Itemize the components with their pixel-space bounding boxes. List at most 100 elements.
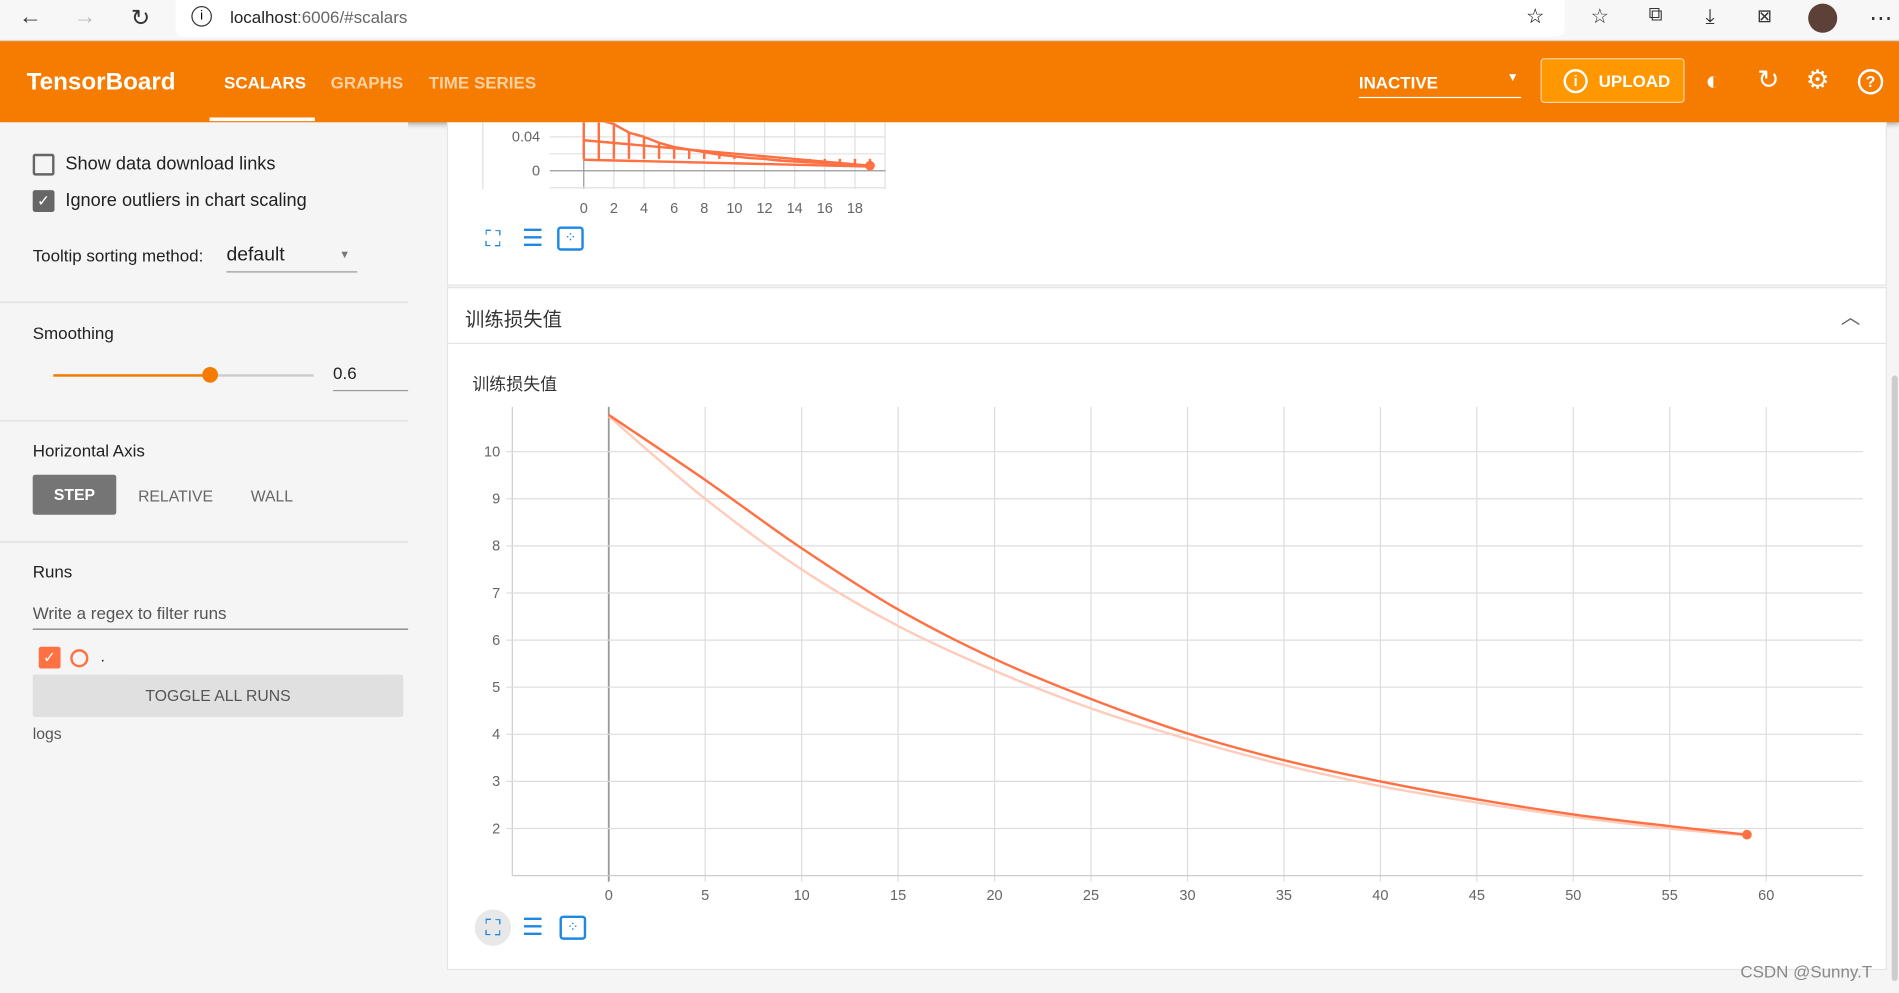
x-tick-label: 35 xyxy=(1276,888,1292,904)
axis-step-button[interactable]: STEP xyxy=(32,474,117,515)
x-tick-label: 20 xyxy=(986,888,1002,904)
tooltip-sorting-value: default xyxy=(226,244,285,266)
app-title: TensorBoard xyxy=(26,69,176,96)
section-header[interactable]: 训练损失值 ︿ xyxy=(446,287,1887,343)
toggle-log-scale-icon[interactable]: ☰ xyxy=(517,223,548,254)
y-tick-label: 8 xyxy=(492,539,500,555)
chart-card: 训练损失值 0 5 10 15 20 25 30 35 40 45 50 55 60 2 3 4 5 6 7 8 9 10… xyxy=(446,342,1887,971)
scrollbar[interactable] xyxy=(1891,375,1898,981)
forward-icon[interactable]: → xyxy=(69,5,100,32)
browser-toolbar: ← → ↻ i localhost:6006/#scalars ☆ ☆ ⧉ ⤓ … xyxy=(0,0,1899,42)
x-tick-label: 25 xyxy=(1083,888,1099,904)
reload-icon[interactable]: ↻ xyxy=(125,5,156,33)
y-tick-label: 0 xyxy=(532,164,540,180)
tab-scalars[interactable]: SCALARS xyxy=(224,73,306,92)
smoothing-slider-handle[interactable] xyxy=(202,366,218,383)
x-tick-label: 0 xyxy=(605,888,613,904)
y-tick-label: 10 xyxy=(484,445,500,461)
refresh-icon[interactable]: ↻ xyxy=(1757,64,1779,95)
x-tick-label: 18 xyxy=(847,201,863,217)
ignore-outliers-checkbox[interactable]: ✓ xyxy=(32,190,55,212)
collections-icon[interactable]: ⧉ xyxy=(1640,5,1671,27)
x-tick-label: 30 xyxy=(1179,888,1195,904)
x-tick-label: 10 xyxy=(726,201,742,217)
x-tick-label: 16 xyxy=(817,201,833,217)
x-tick-label: 14 xyxy=(787,201,803,217)
ignore-outliers-label: Ignore outliers in chart scaling xyxy=(65,190,307,211)
chevron-up-icon[interactable]: ︿ xyxy=(1841,300,1860,329)
horizontal-axis-label: Horizontal Axis xyxy=(32,440,145,461)
divider xyxy=(0,301,409,303)
toggle-all-runs-button[interactable]: TOGGLE ALL RUNS xyxy=(32,674,404,717)
address-bar[interactable]: i localhost:6006/#scalars ☆ xyxy=(175,0,1565,37)
x-tick-label: 60 xyxy=(1758,888,1774,904)
x-tick-label: 15 xyxy=(890,888,906,904)
y-tick-label: 3 xyxy=(492,774,500,790)
y-tick-label: 5 xyxy=(492,680,500,696)
info-icon: i xyxy=(1563,69,1588,94)
dropdown-arrow-icon: ▼ xyxy=(339,248,351,261)
upload-button[interactable]: i UPLOAD xyxy=(1540,58,1685,103)
x-tick-label: 5 xyxy=(701,888,709,904)
fit-domain-icon[interactable]: ⁘ xyxy=(557,226,584,251)
toggle-log-scale-icon[interactable]: ☰ xyxy=(517,912,548,943)
runs-filter-placeholder: Write a regex to filter runs xyxy=(32,603,227,623)
last-point-marker xyxy=(1742,829,1752,840)
url-host: localhost xyxy=(230,7,298,27)
tooltip-sorting-label: Tooltip sorting method: xyxy=(32,245,204,266)
math-solver-icon[interactable]: ⊠ xyxy=(1749,5,1780,27)
logs-label: logs xyxy=(32,724,62,743)
divider xyxy=(0,420,409,422)
smoothing-label: Smoothing xyxy=(32,323,114,343)
x-tick-label: 12 xyxy=(756,201,772,217)
avatar[interactable] xyxy=(1808,3,1838,33)
section-title: 训练损失值 xyxy=(465,310,562,331)
tab-graphs[interactable]: GRAPHS xyxy=(331,73,404,92)
sidebar: Show data download links ✓ Ignore outlie… xyxy=(0,122,409,993)
fullscreen-icon[interactable]: ⛶ xyxy=(477,223,508,254)
runs-filter-input[interactable]: Write a regex to filter runs xyxy=(32,601,409,630)
dropdown-arrow-icon: ▼ xyxy=(1506,71,1519,85)
back-icon[interactable]: ← xyxy=(15,5,46,32)
x-tick-label: 40 xyxy=(1372,888,1388,904)
partial-chart: 0 2 4 6 8 10 12 14 16 18 0 0.04 xyxy=(482,122,886,217)
show-download-links-checkbox[interactable] xyxy=(32,153,55,176)
run-select-value: INACTIVE xyxy=(1358,72,1438,93)
favorite-add-icon[interactable]: ☆ xyxy=(1526,5,1544,29)
axis-wall-button[interactable]: WALL xyxy=(251,487,293,505)
show-download-links-label: Show data download links xyxy=(65,153,276,175)
tooltip-sorting-select[interactable]: default ▼ xyxy=(226,239,358,273)
help-icon[interactable]: ? xyxy=(1857,69,1884,95)
run-select-dropdown[interactable]: INACTIVE ▼ xyxy=(1358,63,1522,99)
more-icon[interactable]: ⋯ xyxy=(1865,5,1896,33)
raw-series-line xyxy=(607,415,1748,837)
info-icon[interactable]: i xyxy=(191,6,212,27)
tab-time-series[interactable]: TIME SERIES xyxy=(429,73,536,92)
smoothing-input[interactable]: 0.6 xyxy=(333,362,409,392)
upload-label: UPLOAD xyxy=(1598,71,1671,91)
run-checkbox[interactable]: ✓ xyxy=(38,646,61,669)
smoothing-slider[interactable] xyxy=(53,366,314,383)
url-path: :6006/#scalars xyxy=(297,7,408,27)
settings-gear-icon[interactable]: ⚙ xyxy=(1806,64,1830,95)
theme-toggle-icon[interactable]: ◐ xyxy=(1705,65,1721,96)
axis-relative-button[interactable]: RELATIVE xyxy=(138,487,213,505)
favorites-icon[interactable]: ☆ xyxy=(1584,5,1615,29)
y-tick-label: 6 xyxy=(492,633,500,649)
y-tick-label: 4 xyxy=(492,727,500,743)
y-tick-label: 9 xyxy=(492,492,500,508)
run-name: . xyxy=(100,646,105,665)
run-color-icon[interactable] xyxy=(70,649,89,668)
loss-chart: 0 5 10 15 20 25 30 35 40 45 50 55 602345678910 xyxy=(484,406,1863,904)
x-tick-label: 8 xyxy=(700,201,708,217)
x-tick-label: 6 xyxy=(670,201,678,217)
fit-domain-icon[interactable]: ⁘ xyxy=(559,915,587,940)
download-icon[interactable]: ⤓ xyxy=(1694,5,1725,29)
x-tick-label: 4 xyxy=(640,201,648,217)
x-tick-label: 10 xyxy=(794,888,810,904)
y-tick-label: 0.04 xyxy=(512,130,540,146)
y-tick-label: 7 xyxy=(492,586,500,602)
fullscreen-icon[interactable]: ⛶ xyxy=(474,909,512,946)
x-tick-label: 0 xyxy=(580,201,588,217)
smoothing-slider-fill xyxy=(53,374,210,377)
